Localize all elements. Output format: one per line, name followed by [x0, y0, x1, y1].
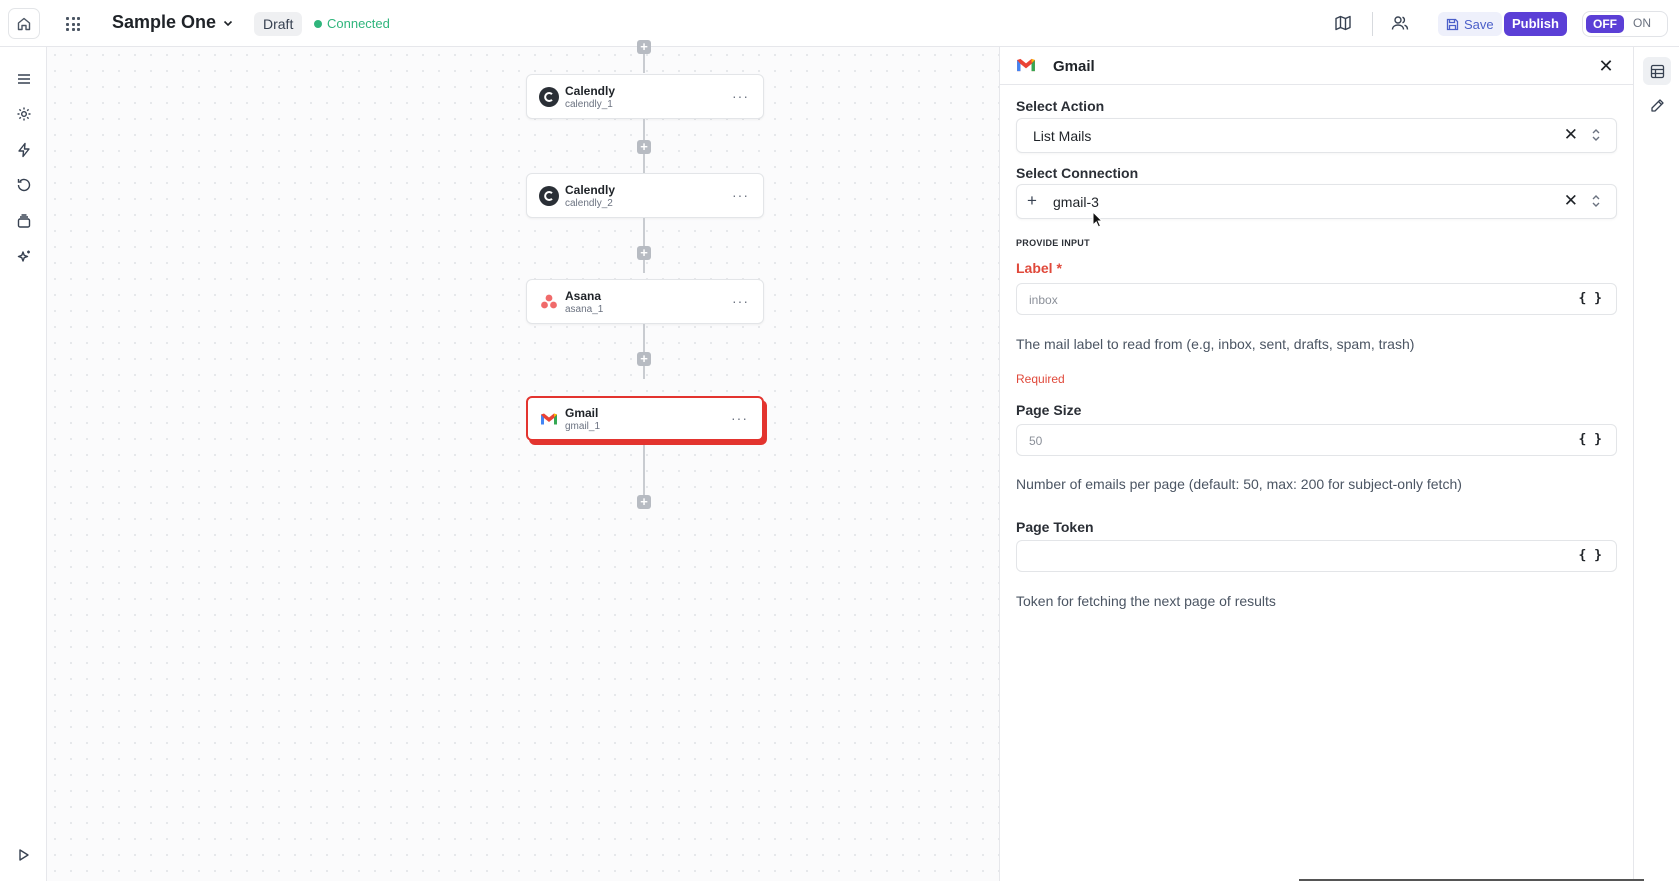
sparkles-icon[interactable] [14, 247, 34, 267]
page-size-input[interactable]: 50 { } [1016, 424, 1617, 456]
close-icon[interactable]: ✕ [1597, 57, 1615, 75]
connector-line [643, 445, 645, 501]
play-icon[interactable] [14, 845, 34, 865]
save-button[interactable]: Save [1438, 12, 1502, 36]
panel-header: Gmail ✕ [1000, 47, 1634, 85]
workflow-node[interactable]: Calendly calendly_2 ··· [526, 173, 764, 218]
add-step-button[interactable]: + [637, 246, 651, 260]
add-step-button[interactable]: + [637, 352, 651, 366]
add-connection-icon[interactable]: + [1027, 191, 1037, 211]
panel-title: Gmail [1053, 58, 1095, 75]
node-title: Gmail [565, 406, 599, 420]
connection-status: Connected [314, 16, 390, 31]
node-id: calendly_2 [565, 198, 613, 209]
publish-button[interactable]: Publish [1504, 12, 1567, 36]
node-title: Calendly [565, 84, 616, 98]
chevron-down-icon[interactable] [222, 17, 234, 29]
page-token-label: Page Token [1016, 519, 1094, 535]
save-icon [1446, 18, 1459, 30]
calendly-icon [539, 186, 559, 206]
add-step-button[interactable]: + [637, 495, 651, 509]
active-toggle[interactable]: OFF ON [1582, 11, 1668, 37]
workflow-title[interactable]: Sample One [112, 12, 216, 33]
required-error-text: Required [1016, 372, 1065, 386]
home-button[interactable] [8, 8, 40, 39]
label-field-text: Label [1016, 260, 1053, 276]
page-size-help-text: Number of emails per page (default: 50, … [1016, 476, 1462, 492]
provide-input-heading: PROVIDE INPUT [1016, 238, 1090, 248]
node-id: asana_1 [565, 304, 604, 315]
users-icon[interactable] [1391, 14, 1409, 32]
page-token-help-text: Token for fetching the next page of resu… [1016, 593, 1276, 609]
workflow-canvas[interactable]: + Calendly calendly_1 ··· + Calendly cal… [47, 40, 999, 881]
table-view-button[interactable] [1643, 57, 1671, 85]
status-label: Connected [327, 16, 390, 31]
pencil-icon [1650, 98, 1664, 112]
toggle-on-option[interactable]: ON [1633, 16, 1651, 30]
gmail-icon [1017, 58, 1035, 72]
node-id: gmail_1 [565, 421, 601, 432]
label-input[interactable]: inbox { } [1016, 283, 1617, 315]
step-config-panel: Gmail ✕ Select Action List Mails ✕ Selec… [999, 47, 1634, 881]
asana-icon [539, 292, 559, 312]
settings-gear-icon[interactable] [14, 104, 34, 124]
workflow-node[interactable]: Asana asana_1 ··· [526, 279, 764, 324]
toggle-off-option[interactable]: OFF [1586, 15, 1624, 33]
mouse-cursor-icon [1092, 211, 1104, 228]
more-options-icon[interactable]: ··· [731, 410, 748, 426]
label-field-label: Label * [1016, 260, 1062, 276]
toolbar-divider [1372, 12, 1373, 36]
calendly-icon [539, 87, 559, 107]
required-asterisk: * [1056, 260, 1062, 276]
history-icon[interactable] [14, 175, 34, 195]
workflow-node[interactable]: Calendly calendly_1 ··· [526, 74, 764, 119]
workflow-node-selected[interactable]: Gmail gmail_1 ··· [526, 396, 764, 441]
left-rail [0, 47, 47, 881]
chevron-updown-icon [1592, 129, 1600, 141]
draft-badge: Draft [254, 12, 303, 36]
variable-braces-icon[interactable]: { } [1579, 548, 1602, 563]
node-id: calendly_1 [565, 99, 613, 110]
variable-braces-icon[interactable]: { } [1579, 291, 1602, 306]
clear-action-icon[interactable]: ✕ [1564, 125, 1578, 145]
page-size-placeholder: 50 [1029, 434, 1043, 448]
table-icon [1650, 64, 1664, 78]
label-help-text: The mail label to read from (e.g, inbox,… [1016, 336, 1415, 352]
more-options-icon[interactable]: ··· [732, 293, 749, 309]
select-action-label: Select Action [1016, 98, 1105, 114]
select-connection-label: Select Connection [1016, 165, 1139, 181]
lightning-icon[interactable] [14, 140, 34, 160]
more-options-icon[interactable]: ··· [732, 88, 749, 104]
connection-select-value: gmail-3 [1053, 194, 1099, 210]
save-label: Save [1464, 16, 1494, 32]
right-rail [1633, 47, 1679, 881]
home-icon [17, 17, 31, 30]
edit-button[interactable] [1643, 91, 1671, 119]
action-select[interactable]: List Mails ✕ [1016, 118, 1617, 153]
page-size-label: Page Size [1016, 402, 1082, 418]
connection-select[interactable]: + gmail-3 ✕ [1016, 184, 1617, 219]
apps-grid-icon[interactable] [66, 17, 80, 31]
clear-connection-icon[interactable]: ✕ [1564, 191, 1578, 211]
add-step-button[interactable]: + [637, 40, 651, 54]
label-input-placeholder: inbox [1029, 293, 1058, 307]
page-token-input[interactable]: { } [1016, 540, 1617, 572]
more-options-icon[interactable]: ··· [732, 187, 749, 203]
gmail-icon [539, 409, 559, 429]
variable-braces-icon[interactable]: { } [1579, 432, 1602, 447]
map-icon[interactable] [1334, 14, 1352, 32]
menu-icon[interactable] [14, 69, 34, 89]
chevron-updown-icon [1592, 195, 1600, 207]
node-title: Calendly [565, 183, 616, 197]
status-dot-icon [314, 19, 322, 28]
layers-icon[interactable] [14, 211, 34, 231]
node-title: Asana [565, 289, 602, 303]
top-bar: Sample One Draft Connected Save Publish … [0, 0, 1679, 47]
action-select-value: List Mails [1033, 128, 1092, 144]
add-step-button[interactable]: + [637, 140, 651, 154]
